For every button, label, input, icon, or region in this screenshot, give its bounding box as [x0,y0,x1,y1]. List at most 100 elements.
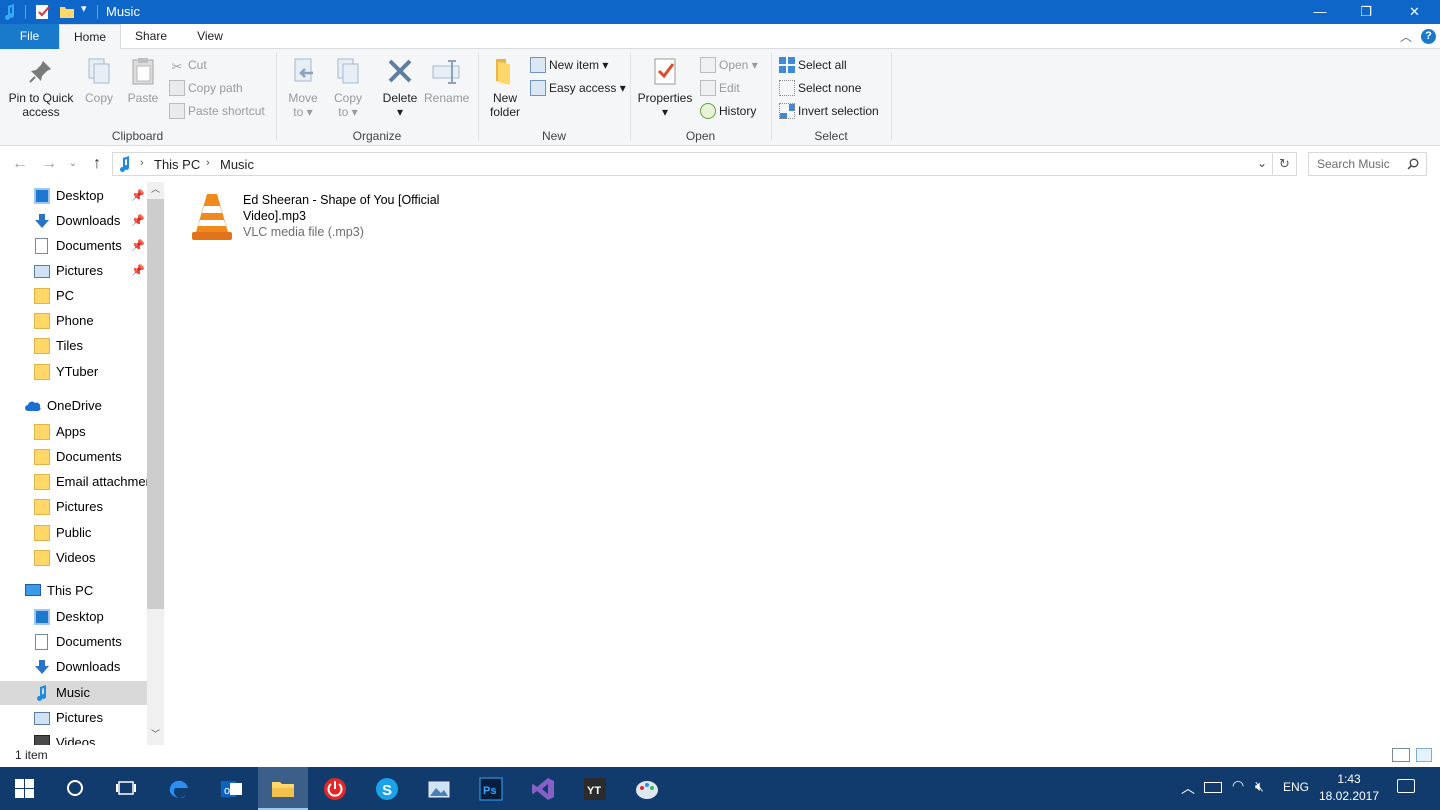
nav-item-pc[interactable]: PC [0,284,147,308]
nav-item-label: Downloads [56,659,121,674]
breadcrumb-music[interactable]: Music [220,157,254,172]
copy-path-button[interactable]: Copy path [169,78,243,98]
properties-icon[interactable] [35,4,51,20]
copy-to-icon [337,58,359,84]
taskbar-app-paint[interactable] [622,767,670,810]
tab-file[interactable]: File [0,24,59,49]
taskbar-app-power[interactable] [310,767,358,810]
recent-locations-button[interactable]: ⌄ [62,154,84,174]
taskbar-app-file-explorer[interactable] [258,767,308,810]
minimize-button[interactable]: — [1297,0,1343,24]
taskbar-app-visual-studio[interactable] [518,767,566,810]
close-button[interactable]: ✕ [1389,0,1440,24]
nav-item-pc-music[interactable]: Music [0,681,147,705]
nav-item-downloads[interactable]: Downloads 📌 [0,209,147,233]
tab-view[interactable]: View [181,24,239,49]
address-dropdown-icon[interactable]: ⌄ [1257,156,1267,170]
nav-item-this-pc[interactable]: This PC [0,579,147,603]
file-item[interactable]: Ed Sheeran - Shape of You [Official Vide… [188,190,448,250]
easy-access-button[interactable]: Easy access ▾ [530,78,626,98]
new-folder-icon[interactable] [59,4,75,20]
nav-item-onedrive[interactable]: OneDrive [0,394,147,418]
forward-button[interactable]: → [38,154,60,174]
nav-item-ytuber[interactable]: YTuber [0,360,147,384]
collapse-ribbon-icon[interactable]: ︿ [1400,28,1412,45]
delete-label: Delete [382,91,418,105]
nav-item-pc-desktop[interactable]: Desktop [0,605,147,629]
delete-button[interactable]: Delete ▾ [378,55,422,119]
open-group-label: Open [685,129,716,143]
nav-item-documents[interactable]: Documents 📌 [0,234,147,258]
tab-share[interactable]: Share [121,24,181,49]
paste-button[interactable]: Paste [122,55,164,105]
taskbar-app-edge[interactable] [154,767,202,810]
taskbar-app-photos[interactable] [414,767,462,810]
taskbar-app-outlook[interactable]: o [206,767,254,810]
select-all-button[interactable]: Select all [779,55,847,75]
large-icons-view-icon[interactable] [1416,748,1432,762]
taskbar-app-skype[interactable]: S [362,767,410,810]
up-button[interactable]: ↑ [86,154,108,174]
rename-button[interactable]: Rename [424,55,469,105]
invert-selection-button[interactable]: Invert selection [779,101,879,121]
cut-button[interactable]: ✂ Cut [169,55,207,75]
history-button[interactable]: History [700,101,756,121]
address-bar[interactable]: › This PC › Music ⌄ [112,152,1273,176]
show-hidden-icons-button[interactable]: ︿ [1181,778,1195,798]
copy-button[interactable]: Copy [80,55,118,105]
breadcrumb-separator-icon[interactable]: › [140,157,144,169]
cortana-button[interactable] [51,767,99,810]
refresh-button[interactable]: ↻ [1273,152,1297,176]
nav-item-onedrive-apps[interactable]: Apps [0,420,147,444]
back-button[interactable]: ← [9,154,31,174]
nav-item-onedrive-videos[interactable]: Videos [0,546,147,570]
maximize-button[interactable]: ❐ [1343,0,1389,24]
nav-item-onedrive-public[interactable]: Public [0,521,147,545]
select-none-button[interactable]: Select none [779,78,861,98]
breadcrumb-separator-icon[interactable]: › [206,157,210,169]
nav-item-phone[interactable]: Phone [0,309,147,333]
copy-to-button[interactable]: Copy to ▾ [327,55,369,119]
open-button[interactable]: Open ▾ [700,55,758,75]
chevron-down-icon[interactable]: ﹀ [151,727,160,740]
new-item-button[interactable]: New item ▾ [530,55,608,75]
nav-item-onedrive-email-attachments[interactable]: Email attachmer [0,470,147,494]
task-view-button[interactable] [102,767,150,810]
start-button[interactable] [0,767,48,810]
nav-item-onedrive-documents[interactable]: Documents [0,445,147,469]
scroll-thumb[interactable] [147,199,164,609]
search-input[interactable] [1317,156,1405,172]
move-to-button[interactable]: Move to ▾ [282,55,324,119]
nav-scrollbar[interactable]: ︿ ﹀ [147,182,164,745]
help-icon[interactable]: ? [1421,29,1436,44]
nav-item-onedrive-pictures[interactable]: Pictures [0,495,147,519]
details-view-icon[interactable] [1392,748,1410,762]
nav-item-desktop[interactable]: Desktop 📌 [0,184,147,208]
language-indicator[interactable]: ENG [1283,780,1309,794]
speaker-muted-icon[interactable]: 🔇︎ [1255,778,1264,795]
nav-item-pc-pictures[interactable]: Pictures [0,706,147,730]
file-name-line-1: Ed Sheeran - Shape of You [Official [243,193,440,207]
new-folder-button[interactable]: New folder [484,55,526,119]
properties-button[interactable]: Properties ▾ [634,55,696,119]
paste-shortcut-button[interactable]: Paste shortcut [169,101,265,121]
battery-icon[interactable] [1204,782,1222,793]
nav-item-pictures[interactable]: Pictures 📌 [0,259,147,283]
nav-item-pc-videos[interactable]: Videos [0,731,147,745]
taskbar-app-yt[interactable]: YT [570,767,618,810]
nav-item-pc-downloads[interactable]: Downloads [0,655,147,679]
wifi-icon[interactable]: ◠ [1232,777,1244,794]
music-note-icon[interactable] [3,4,17,20]
customize-dropdown-icon[interactable]: ▾ [81,2,87,15]
clock[interactable]: 1:43 18.02.2017 [1313,771,1385,805]
chevron-up-icon[interactable]: ︿ [151,182,160,195]
pin-to-quick-access-button[interactable]: Pin to Quick access [4,55,78,119]
nav-item-pc-documents[interactable]: Documents [0,630,147,654]
notification-center-icon[interactable] [1397,779,1415,793]
tab-home[interactable]: Home [59,24,121,50]
nav-item-tiles[interactable]: Tiles [0,334,147,358]
edit-button[interactable]: Edit [700,78,740,98]
breadcrumb-this-pc[interactable]: This PC [154,157,200,172]
search-box[interactable] [1308,152,1427,176]
taskbar-app-photoshop[interactable]: Ps [466,767,514,810]
